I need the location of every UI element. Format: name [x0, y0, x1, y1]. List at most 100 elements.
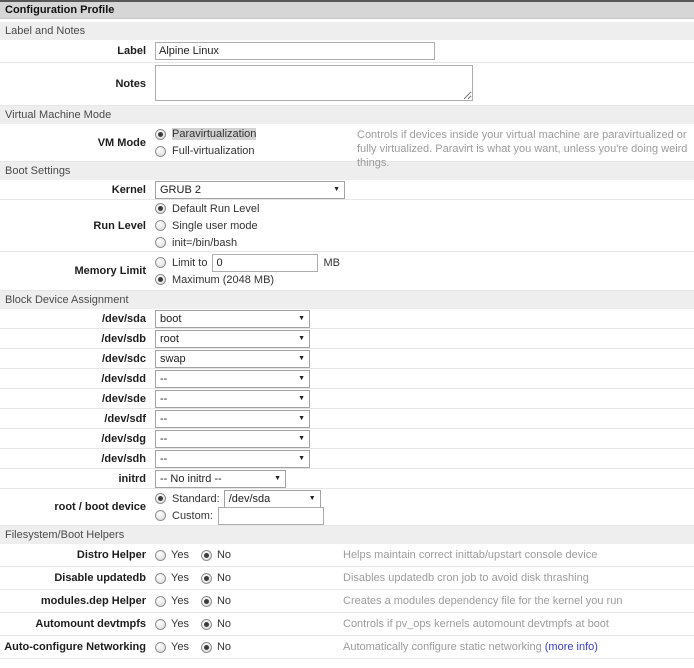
distro-helper-no-label[interactable]: No	[217, 549, 231, 561]
notes-row: Notes	[0, 63, 694, 106]
memory-limit-input[interactable]	[212, 254, 318, 272]
dev-sdf-label: /dev/sdf	[0, 413, 150, 425]
standard-root-radio-label[interactable]: Standard:	[172, 493, 220, 505]
dev-sdh-row: /dev/sdh -- ▼	[0, 449, 694, 469]
initrd-label: initrd	[0, 473, 150, 485]
dev-sde-select-value: --	[160, 393, 167, 405]
standard-root-radio[interactable]	[155, 493, 166, 504]
dev-sdb-row: /dev/sdb root ▼	[0, 329, 694, 349]
dev-sdg-row: /dev/sdg -- ▼	[0, 429, 694, 449]
disable-updatedb-no-label[interactable]: No	[217, 572, 231, 584]
single-user-mode-radio[interactable]	[155, 220, 166, 231]
automount-devtmpfs-yes-label[interactable]: Yes	[171, 618, 189, 630]
label-input[interactable]	[155, 42, 435, 60]
full-virtualization-radio[interactable]	[155, 146, 166, 157]
dev-sdc-label: /dev/sdc	[0, 353, 150, 365]
memory-unit-label: MB	[323, 257, 340, 269]
auto-configure-networking-yes-radio[interactable]	[155, 642, 166, 653]
dev-sdc-select[interactable]: swap ▼	[155, 350, 310, 368]
dev-sdd-label: /dev/sdd	[0, 373, 150, 385]
distro-helper-row: Distro Helper Yes No Helps maintain corr…	[0, 544, 694, 567]
auto-configure-networking-yes-label[interactable]: Yes	[171, 641, 189, 653]
disable-updatedb-row: Disable updatedb Yes No Disables updated…	[0, 567, 694, 590]
distro-helper-yes-radio[interactable]	[155, 550, 166, 561]
auto-configure-networking-help-text: Automatically configure static networkin…	[343, 640, 688, 654]
standard-root-select[interactable]: /dev/sda ▼	[224, 490, 321, 508]
custom-root-input[interactable]	[218, 507, 324, 525]
automount-devtmpfs-no-label[interactable]: No	[217, 618, 231, 630]
chevron-down-icon: ▼	[333, 186, 340, 193]
disable-updatedb-help-text: Disables updatedb cron job to avoid disk…	[343, 571, 688, 585]
auto-configure-networking-row: Auto-configure Networking Yes No Automat…	[0, 636, 694, 659]
memory-limit-row: Memory Limit Limit to MB Maximum (2048 M…	[0, 252, 694, 291]
modules-dep-no-label[interactable]: No	[217, 595, 231, 607]
page-title: Configuration Profile	[0, 0, 694, 19]
modules-dep-yes-radio[interactable]	[155, 596, 166, 607]
vm-mode-label: VM Mode	[0, 137, 150, 149]
disable-updatedb-no-radio[interactable]	[201, 573, 212, 584]
disable-updatedb-yes-radio[interactable]	[155, 573, 166, 584]
notes-field-label: Notes	[0, 78, 150, 90]
auto-configure-networking-label: Auto-configure Networking	[0, 641, 150, 653]
limit-to-radio[interactable]	[155, 257, 166, 268]
distro-helper-no-radio[interactable]	[201, 550, 212, 561]
root-boot-device-label: root / boot device	[0, 501, 150, 513]
dev-sdd-select[interactable]: -- ▼	[155, 370, 310, 388]
init-bin-bash-radio-label[interactable]: init=/bin/bash	[172, 237, 237, 249]
auto-configure-networking-no-label[interactable]: No	[217, 641, 231, 653]
init-bin-bash-radio[interactable]	[155, 237, 166, 248]
kernel-select[interactable]: GRUB 2 ▼	[155, 181, 345, 199]
paravirtualization-radio[interactable]	[155, 129, 166, 140]
dev-sdc-row: /dev/sdc swap ▼	[0, 349, 694, 369]
dev-sdb-label: /dev/sdb	[0, 333, 150, 345]
dev-sde-select[interactable]: -- ▼	[155, 390, 310, 408]
dev-sdh-label: /dev/sdh	[0, 453, 150, 465]
dev-sdf-select-value: --	[160, 413, 167, 425]
dev-sdh-select-value: --	[160, 453, 167, 465]
automount-devtmpfs-help-text: Controls if pv_ops kernels automount dev…	[343, 617, 688, 631]
full-virtualization-radio-label[interactable]: Full-virtualization	[172, 145, 255, 157]
modules-dep-yes-label[interactable]: Yes	[171, 595, 189, 607]
dev-sdb-select-value: root	[160, 333, 179, 345]
initrd-select[interactable]: -- No initrd -- ▼	[155, 470, 286, 488]
automount-devtmpfs-no-radio[interactable]	[201, 619, 212, 630]
auto-configure-networking-no-radio[interactable]	[201, 642, 212, 653]
maximum-memory-radio-label[interactable]: Maximum (2048 MB)	[172, 274, 274, 286]
kernel-select-value: GRUB 2	[160, 184, 201, 196]
root-boot-device-row: root / boot device Standard: /dev/sda ▼ …	[0, 489, 694, 526]
modules-dep-helper-row: modules.dep Helper Yes No Creates a modu…	[0, 590, 694, 613]
more-info-link[interactable]: (more info)	[545, 641, 598, 653]
initrd-row: initrd -- No initrd -- ▼	[0, 469, 694, 489]
dev-sdh-select[interactable]: -- ▼	[155, 450, 310, 468]
chevron-down-icon: ▼	[298, 455, 305, 462]
notes-textarea[interactable]	[155, 65, 473, 101]
modules-dep-no-radio[interactable]	[201, 596, 212, 607]
dev-sdg-select[interactable]: -- ▼	[155, 430, 310, 448]
dev-sdd-row: /dev/sdd -- ▼	[0, 369, 694, 389]
memory-limit-label: Memory Limit	[0, 265, 150, 277]
dev-sda-select[interactable]: boot ▼	[155, 310, 310, 328]
dev-sdb-select[interactable]: root ▼	[155, 330, 310, 348]
automount-devtmpfs-row: Automount devtmpfs Yes No Controls if pv…	[0, 613, 694, 636]
dev-sdf-row: /dev/sdf -- ▼	[0, 409, 694, 429]
custom-root-radio[interactable]	[155, 510, 166, 521]
automount-devtmpfs-label: Automount devtmpfs	[0, 618, 150, 630]
standard-root-select-value: /dev/sda	[229, 493, 271, 505]
kernel-row: Kernel GRUB 2 ▼	[0, 180, 694, 200]
dev-sdf-select[interactable]: -- ▼	[155, 410, 310, 428]
chevron-down-icon: ▼	[298, 355, 305, 362]
single-user-mode-radio-label[interactable]: Single user mode	[172, 220, 258, 232]
chevron-down-icon: ▼	[309, 495, 316, 502]
maximum-memory-radio[interactable]	[155, 274, 166, 285]
default-run-level-radio[interactable]	[155, 203, 166, 214]
paravirtualization-radio-label[interactable]: Paravirtualization	[172, 128, 256, 140]
chevron-down-icon: ▼	[298, 415, 305, 422]
automount-devtmpfs-yes-radio[interactable]	[155, 619, 166, 630]
limit-to-radio-label[interactable]: Limit to	[172, 257, 207, 269]
custom-root-radio-label[interactable]: Custom:	[172, 510, 213, 522]
default-run-level-radio-label[interactable]: Default Run Level	[172, 203, 259, 215]
kernel-label: Kernel	[0, 184, 150, 196]
disable-updatedb-yes-label[interactable]: Yes	[171, 572, 189, 584]
section-filesystem-boot-helpers: Filesystem/Boot Helpers	[0, 526, 694, 544]
distro-helper-yes-label[interactable]: Yes	[171, 549, 189, 561]
